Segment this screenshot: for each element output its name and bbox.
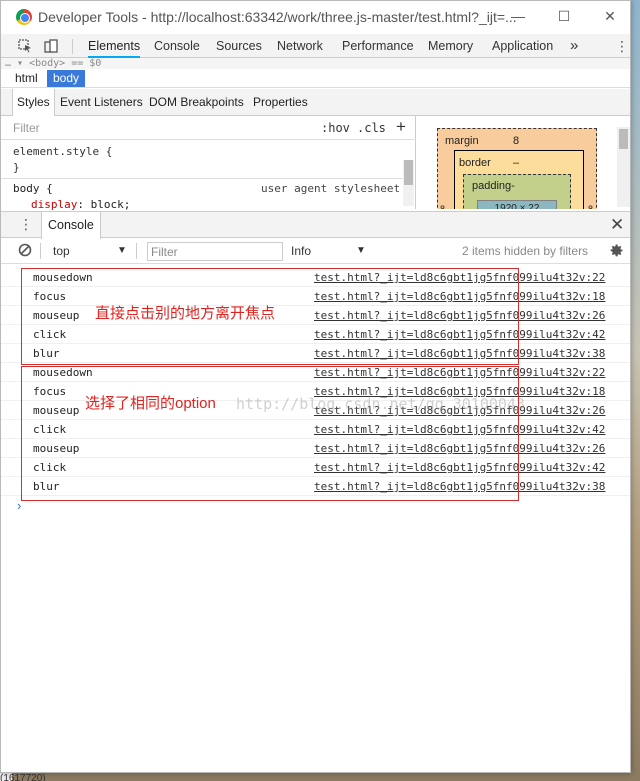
margin-value: 8: [513, 135, 520, 147]
styles-filter-row: Filter :hov .cls +: [1, 116, 416, 140]
tab-network[interactable]: Network: [277, 34, 323, 58]
console-log-list: blur test.html?_ijt=ld8c6gbt1jg5fnf099ilu…: [1, 265, 630, 772]
border-value: –: [513, 157, 520, 169]
title-bar: Developer Tools - http://localhost:63342…: [1, 1, 630, 33]
main-tab-bar: Elements Console Sources Network Perform…: [1, 34, 630, 58]
css-property: display: [31, 198, 78, 211]
cls-toggle[interactable]: .cls: [357, 121, 386, 135]
device-toolbar-icon[interactable]: [44, 39, 58, 53]
inspect-element-icon[interactable]: [18, 39, 32, 53]
context-select[interactable]: top: [53, 244, 70, 258]
filter-placeholder: Filter: [151, 245, 178, 259]
toolbar-divider: [40, 243, 41, 259]
chevron-down-icon[interactable]: ▼: [356, 245, 366, 256]
annotation-label-1: 直接点击别的地方离开焦点: [95, 305, 276, 322]
drawer-tab-console[interactable]: Console: [41, 212, 101, 239]
new-rule-button[interactable]: +: [396, 117, 406, 137]
margin-left-value: 8: [440, 204, 446, 209]
devtools-window: Developer Tools - http://localhost:63342…: [0, 0, 631, 773]
bg-text: (1617720): [0, 773, 46, 781]
annotation-box-2: [21, 366, 519, 501]
tab-elements[interactable]: Elements: [88, 34, 141, 58]
element-style-close: }: [13, 161, 20, 174]
tab-console[interactable]: Console: [154, 34, 200, 58]
padding-label: padding-: [472, 180, 515, 192]
tab-dom-breakpoints[interactable]: DOM Breakpoints: [145, 89, 248, 116]
tab-event-listeners[interactable]: Event Listeners: [56, 89, 147, 116]
tab-performance[interactable]: Performance: [342, 34, 414, 58]
border-label: border: [459, 157, 491, 169]
log-level-value: Info: [291, 244, 312, 258]
minimize-button[interactable]: —: [506, 5, 530, 27]
css-value: block;: [90, 198, 131, 211]
maximize-button[interactable]: ☐: [552, 5, 576, 27]
styles-scrollbar[interactable]: [403, 160, 414, 206]
tab-properties[interactable]: Properties: [249, 89, 312, 116]
breadcrumb-html[interactable]: html: [9, 70, 44, 87]
hidden-items-count: 2 items hidden by filters: [462, 244, 589, 258]
tab-memory[interactable]: Memory: [428, 34, 473, 58]
log-level-select[interactable]: Info: [291, 244, 311, 258]
element-style-selector[interactable]: element.style {: [13, 145, 112, 158]
breadcrumb: html body: [1, 69, 630, 88]
box-model: margin 8 8 8 border – padding- 1920 × 22: [417, 116, 630, 209]
console-toolbar: top ▼ Filter Info ▼ 2 items hidden by fi…: [1, 239, 630, 264]
styles-pane: Filter :hov .cls + element.style { } bod…: [1, 116, 416, 211]
tab-application[interactable]: Application: [492, 34, 553, 58]
drawer-tab-bar: ⋮ Console ✕: [1, 211, 630, 239]
breadcrumb-body[interactable]: body: [47, 70, 86, 87]
dom-tree-snippet: … ▾ <body> == $0: [1, 58, 630, 69]
toolbar-divider: [136, 243, 137, 259]
context-value: top: [53, 244, 70, 258]
dom-snippet-text: … ▾ <body> == $0: [5, 58, 102, 69]
chevron-down-icon[interactable]: ▼: [117, 245, 127, 256]
window-title: Developer Tools - http://localhost:63342…: [38, 9, 517, 25]
close-drawer-button[interactable]: ✕: [610, 215, 624, 235]
rule-divider: [1, 178, 403, 179]
hov-toggle[interactable]: :hov: [321, 121, 350, 135]
rule-origin: user agent stylesheet: [261, 182, 401, 195]
toolbar-divider: [72, 39, 73, 54]
tab-styles[interactable]: Styles: [12, 89, 55, 117]
margin-right-value: 8: [588, 204, 594, 209]
more-tabs-icon[interactable]: »: [570, 34, 578, 58]
tab-sources[interactable]: Sources: [216, 34, 262, 58]
console-filter-input[interactable]: Filter: [147, 242, 283, 261]
box-model-scrollbar[interactable]: [617, 127, 630, 207]
menu-kebab-icon[interactable]: ⋮: [615, 34, 629, 58]
gear-icon[interactable]: [609, 243, 624, 261]
styles-tab-bar: Styles Event Listeners DOM Breakpoints P…: [1, 89, 630, 117]
styles-filter-input[interactable]: Filter: [13, 121, 40, 135]
close-window-button[interactable]: ✕: [598, 5, 622, 27]
annotation-label-2: 选择了相同的option: [85, 395, 216, 412]
console-prompt[interactable]: ›: [17, 498, 21, 513]
body-rule-selector: body {: [13, 182, 53, 195]
chrome-icon: [16, 9, 32, 25]
css-declaration: display: block;: [31, 198, 131, 211]
box-model-content: 1920 × 22: [477, 200, 557, 209]
drawer-menu-icon[interactable]: ⋮: [19, 216, 33, 233]
margin-label: margin: [445, 135, 479, 147]
clear-console-icon[interactable]: [18, 243, 32, 260]
